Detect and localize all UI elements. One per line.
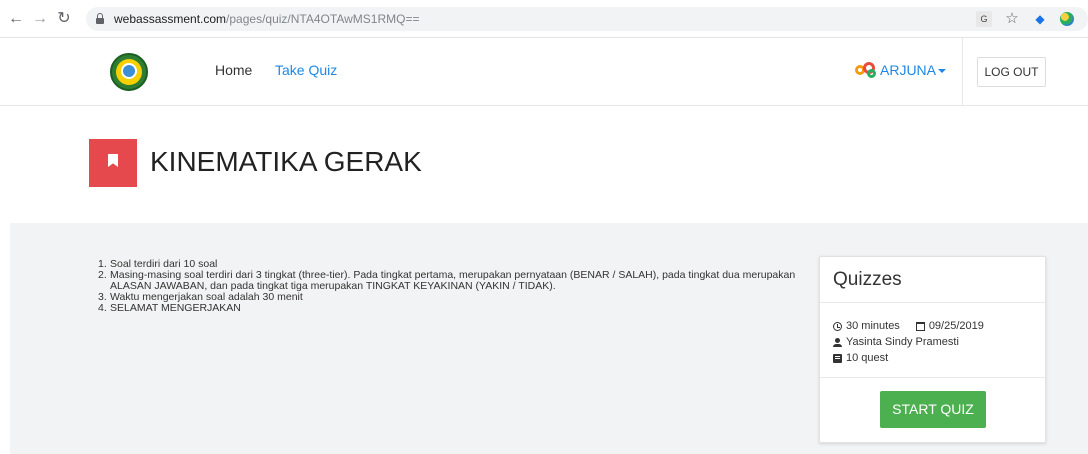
reload-icon[interactable]: ↻ xyxy=(54,9,74,29)
bookmark-star-icon[interactable]: ☆ xyxy=(1004,11,1020,27)
start-quiz-button[interactable]: START QUIZ xyxy=(880,391,986,428)
user-name: ARJUNA xyxy=(880,62,937,78)
back-arrow-icon[interactable]: ← xyxy=(6,9,26,29)
user-icon xyxy=(833,337,842,347)
rule-text: Masing-masing soal terdiri dari 3 tingka… xyxy=(110,269,796,292)
caret-down-icon xyxy=(938,69,947,74)
graduation-cap-icon[interactable]: ◆ xyxy=(1032,11,1048,27)
quiz-rules-list: 1. Soal terdiri dari 10 soal 2. Masing-mas… xyxy=(98,259,798,314)
rule-number: 2. xyxy=(98,269,107,281)
book-icon xyxy=(833,353,842,363)
user-gears-icon xyxy=(855,62,877,78)
rule-number: 4. xyxy=(98,302,107,314)
nav-home-link[interactable]: Home xyxy=(215,62,252,78)
calendar-icon xyxy=(915,321,925,331)
globe-extension-icon[interactable] xyxy=(1060,12,1074,26)
card-divider xyxy=(820,377,1045,378)
address-bar[interactable]: webassassment.com/pages/quiz/NTA4OTAwMS1… xyxy=(86,7,1088,31)
url-path: /pages/quiz/NTA4OTAwMS1RMQ== xyxy=(226,12,420,26)
quiz-meta: 30 minutes 09/25/2019 Yasinta Sindy Pram… xyxy=(833,318,984,366)
lock-icon xyxy=(96,13,104,24)
site-navbar: Home Take Quiz ARJUNA LOG OUT xyxy=(0,38,1088,106)
bookmark-icon xyxy=(89,139,137,187)
clock-icon xyxy=(833,321,842,331)
translate-icon[interactable]: G xyxy=(976,11,992,27)
author-row: Yasinta Sindy Pramesti xyxy=(833,334,984,350)
forward-arrow-icon[interactable]: → xyxy=(30,9,50,29)
extension-icons: G ☆ ◆ xyxy=(976,10,1074,28)
site-logo[interactable] xyxy=(110,53,148,91)
quiz-info-card: Quizzes 30 minutes 09/25/2019 Yasinta Si… xyxy=(819,256,1046,443)
quiz-date: 09/25/2019 xyxy=(928,320,984,332)
rule-item: 2. Masing-masing soal terdiri dari 3 ting… xyxy=(98,270,798,292)
nav-take-quiz-link[interactable]: Take Quiz xyxy=(275,62,337,78)
card-divider xyxy=(820,302,1045,303)
duration-date-row: 30 minutes 09/25/2019 xyxy=(833,318,984,334)
logout-button[interactable]: LOG OUT xyxy=(977,57,1046,87)
quiz-question-count: 10 quest xyxy=(846,352,889,364)
navbar-divider xyxy=(962,38,963,106)
rule-item: 4. SELAMAT MENGERJAKAN xyxy=(98,303,798,314)
page-title: KINEMATIKA GERAK xyxy=(150,146,422,177)
user-menu-dropdown[interactable]: ARJUNA xyxy=(880,62,947,78)
rule-text: SELAMAT MENGERJAKAN xyxy=(110,302,241,314)
url-text[interactable]: webassassment.com/pages/quiz/NTA4OTAwMS1… xyxy=(114,7,419,31)
questions-row: 10 quest xyxy=(833,350,984,366)
quiz-author: Yasinta Sindy Pramesti xyxy=(846,336,959,348)
card-title: Quizzes xyxy=(833,269,902,290)
url-domain: webassassment.com xyxy=(114,12,227,26)
browser-toolbar: ← → ↻ webassassment.com/pages/quiz/NTA4O… xyxy=(0,0,1088,38)
quiz-duration: 30 minutes xyxy=(846,320,900,332)
